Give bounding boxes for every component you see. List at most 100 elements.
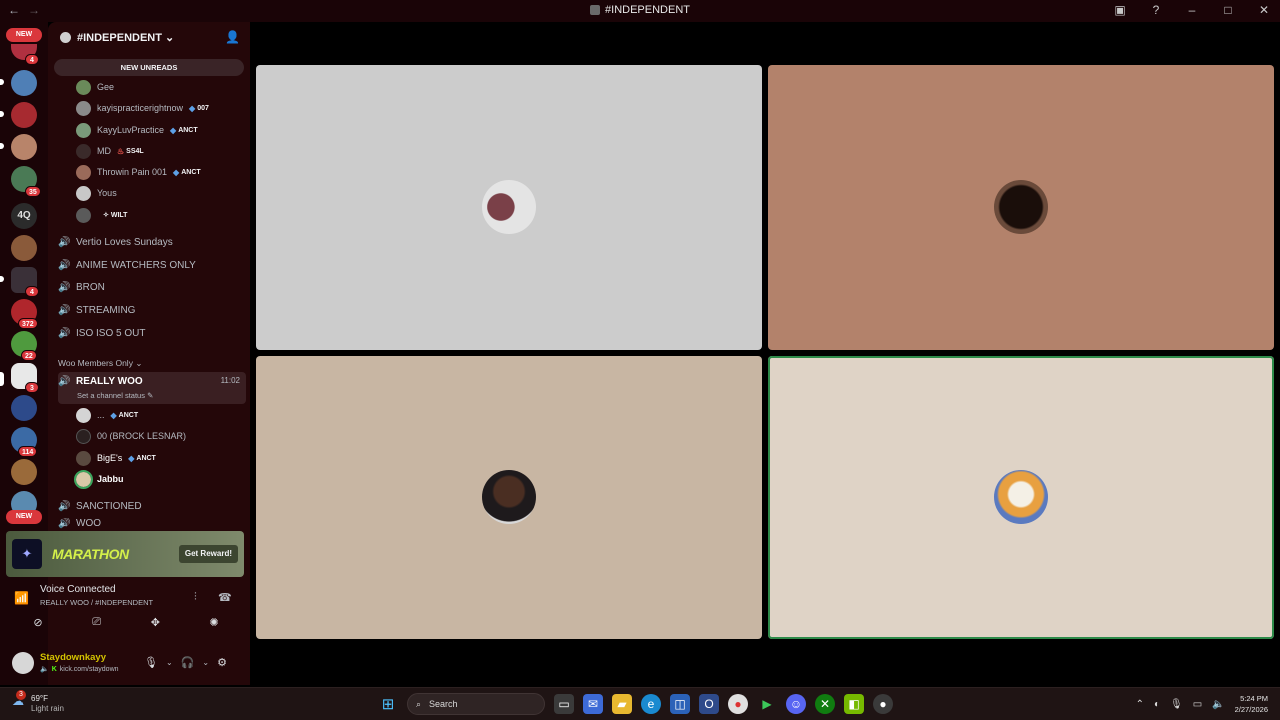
- channel-status[interactable]: Set a channel status ✎: [77, 391, 153, 400]
- video-tile-speaking[interactable]: [768, 356, 1274, 639]
- username[interactable]: Staydownkayy: [40, 652, 106, 663]
- microphone-icon[interactable]: 🎙: [144, 656, 158, 669]
- terminal-icon[interactable]: ▶: [757, 694, 777, 714]
- voice-member[interactable]: 00 (BROCK LESNAR): [76, 426, 186, 446]
- help-icon[interactable]: ?: [1148, 3, 1164, 17]
- discord-app-icon[interactable]: ☺: [786, 694, 806, 714]
- chrome-browser-icon[interactable]: ●: [728, 694, 748, 714]
- video-tile[interactable]: [256, 65, 762, 350]
- outlook-icon[interactable]: O: [699, 694, 719, 714]
- chevron-down-icon[interactable]: ⌄: [166, 658, 173, 667]
- settings-gear-icon[interactable]: ⚙: [217, 656, 227, 669]
- mail-app-icon[interactable]: ✉: [583, 694, 603, 714]
- windows-start-icon[interactable]: ⊞: [378, 694, 398, 714]
- clock[interactable]: 5:24 PM 2/27/2026: [1235, 693, 1268, 715]
- task-view-icon[interactable]: ▭: [554, 694, 574, 714]
- voice-member[interactable]: Yous: [76, 183, 117, 203]
- marathon-logo-icon: ✦: [12, 539, 42, 569]
- camera-off-icon[interactable]: ⊘: [14, 616, 62, 634]
- new-unread-pill-bottom[interactable]: NEW: [6, 510, 42, 524]
- voice-member-speaking[interactable]: Jabbu: [74, 469, 124, 489]
- network-icon[interactable]: ▭: [1193, 699, 1202, 710]
- diamond-icon: ◆: [189, 103, 196, 113]
- fire-icon: ♨: [117, 146, 125, 156]
- new-unread-pill-top[interactable]: NEW: [6, 28, 42, 42]
- voice-channel[interactable]: 🔊 STREAMING: [58, 300, 246, 320]
- category-header[interactable]: Woo Members Only ⌄: [58, 358, 142, 369]
- server-icon[interactable]: [11, 70, 37, 96]
- share-screen-icon[interactable]: ⎚: [73, 616, 121, 634]
- get-reward-button[interactable]: Get Reward!: [178, 545, 238, 563]
- server-icon[interactable]: [11, 134, 37, 160]
- voice-channel[interactable]: 🔊 ANIME WATCHERS ONLY: [58, 255, 246, 275]
- voice-member[interactable]: KayyLuvPractice ◆ ANCT: [76, 120, 198, 140]
- video-tile[interactable]: [768, 65, 1274, 350]
- store-icon[interactable]: ◫: [670, 694, 690, 714]
- headphones-icon[interactable]: 🎧: [181, 656, 195, 669]
- voice-member[interactable]: Throwin Pain 001 ◆ ANCT: [76, 162, 201, 182]
- app-icon[interactable]: ●: [873, 694, 893, 714]
- tray-app-icon[interactable]: ◐: [1154, 699, 1160, 710]
- chevron-up-icon[interactable]: ⌃: [1136, 699, 1144, 710]
- avatar: [76, 79, 91, 95]
- close-button[interactable]: ✕: [1256, 3, 1272, 17]
- microphone-icon[interactable]: 🎙: [1170, 699, 1183, 710]
- promo-banner[interactable]: ✦ MARATHON Get Reward!: [6, 531, 244, 577]
- voice-channel[interactable]: 🔊 SANCTIONED: [58, 496, 246, 516]
- voice-channel[interactable]: 🔊 BRON: [58, 277, 246, 297]
- server-icon[interactable]: [11, 395, 37, 421]
- activities-icon[interactable]: ✥: [131, 616, 179, 634]
- server-text-icon[interactable]: 4Q: [11, 203, 37, 229]
- server-icon[interactable]: [11, 102, 37, 128]
- avatar: [74, 469, 93, 489]
- voice-member[interactable]: BigE's ◆ ANCT: [76, 448, 156, 468]
- soundboard-icon[interactable]: ✺: [190, 616, 238, 634]
- voice-location[interactable]: REALLY WOO / #INDEPENDENT: [40, 598, 153, 607]
- video-tile[interactable]: [256, 356, 762, 639]
- new-unreads-bar[interactable]: NEW UNREADS: [54, 59, 244, 76]
- clan-tag: ✧ WILT: [103, 211, 128, 220]
- mention-badge: 4: [25, 286, 39, 297]
- user-avatar[interactable]: [12, 652, 34, 674]
- minimize-button[interactable]: –: [1184, 3, 1200, 17]
- inbox-icon[interactable]: ▣: [1112, 3, 1128, 17]
- disconnect-icon[interactable]: ☎: [218, 591, 232, 604]
- clan-tag: ◆ ANCT: [170, 125, 198, 135]
- voice-member[interactable]: kayispracticerightnow ◆ 007: [76, 98, 209, 118]
- server-icon[interactable]: [11, 235, 37, 261]
- voice-channel[interactable]: 🔊 ISO ISO 5 OUT: [58, 323, 246, 343]
- signal-icon[interactable]: 📶: [14, 591, 29, 605]
- voice-member[interactable]: ✧ WILT: [76, 205, 127, 225]
- server-header[interactable]: #INDEPENDENT ⌄ 👤: [48, 22, 250, 54]
- voice-channel[interactable]: 🔊 WOO: [58, 518, 246, 529]
- weather-widget[interactable]: ☁ 3 69°F Light rain: [12, 690, 64, 714]
- edge-browser-icon[interactable]: e: [641, 694, 661, 714]
- taskbar-search[interactable]: ⌕ Search: [407, 693, 545, 715]
- speaker-icon: 🔊: [58, 236, 71, 248]
- voice-member[interactable]: Gee: [76, 77, 114, 97]
- mention-badge: 114: [18, 446, 38, 457]
- voice-member[interactable]: MD ♨ SS4L: [76, 141, 144, 161]
- voice-status[interactable]: Voice Connected: [40, 584, 116, 595]
- noise-suppression-icon[interactable]: ⫶: [194, 591, 197, 604]
- volume-icon[interactable]: 🔈: [1212, 699, 1224, 710]
- file-explorer-icon[interactable]: ▰: [612, 694, 632, 714]
- avatar: [76, 100, 91, 116]
- nvidia-icon[interactable]: ◧: [844, 694, 864, 714]
- chevron-down-icon[interactable]: ⌄: [202, 658, 209, 667]
- speaker-icon: 🔊: [58, 327, 71, 339]
- user-panel: Staydownkayy 🔈 Kkick.com/staydown 🎙 ⌄ 🎧 ⌄…: [6, 648, 244, 680]
- custom-status: kick.com/staydown: [59, 665, 119, 673]
- call-timer: 11:02: [220, 376, 240, 385]
- server-icon[interactable]: [11, 459, 37, 485]
- invite-people-icon[interactable]: 👤: [225, 30, 240, 44]
- speaker-icon: 🔊: [58, 500, 71, 512]
- channel-name: ANIME WATCHERS ONLY: [76, 259, 196, 271]
- maximize-button[interactable]: □: [1220, 3, 1236, 17]
- voice-member[interactable]: ... ◆ ANCT: [76, 405, 138, 425]
- sparkle-icon: ✧: [103, 212, 109, 219]
- member-name: 00 (BROCK LESNAR): [97, 431, 187, 441]
- voice-channel[interactable]: 🔊 Vertio Loves Sundays: [58, 232, 246, 252]
- diamond-icon: ◆: [128, 453, 135, 463]
- xbox-icon[interactable]: ✕: [815, 694, 835, 714]
